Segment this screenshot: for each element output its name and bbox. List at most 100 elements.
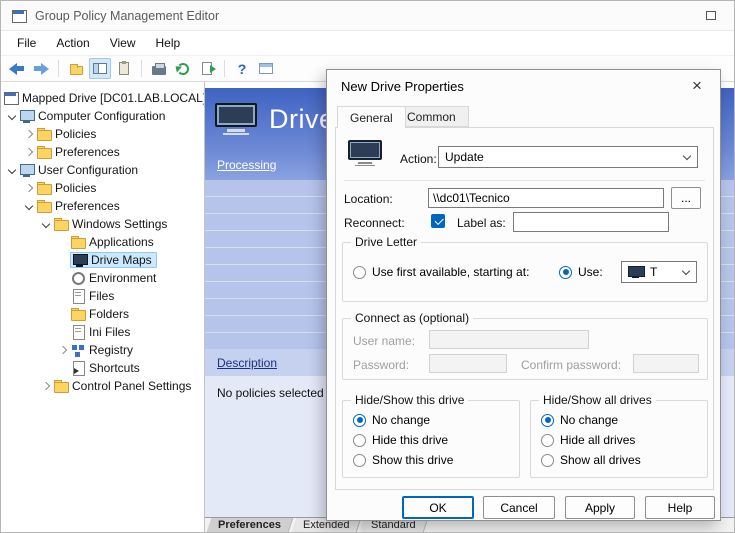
- chevron-right-icon[interactable]: [21, 181, 36, 195]
- general-tab-panel: Action: Update Location: ... Reconnect: …: [335, 127, 714, 490]
- folder-icon: [70, 307, 86, 321]
- chevron-right-icon[interactable]: [21, 145, 36, 159]
- chevron-down-icon: [683, 152, 691, 160]
- location-label: Location:: [344, 192, 393, 206]
- tree-item-control-panel-settings[interactable]: Control Panel Settings: [1, 377, 204, 395]
- menu-help[interactable]: Help: [146, 33, 191, 53]
- radio-icon: [353, 454, 366, 467]
- use-first-available-radio[interactable]: Use first available, starting at:: [353, 265, 529, 279]
- radio-selected-icon: [559, 266, 572, 279]
- location-input[interactable]: [428, 188, 664, 208]
- this-no-change-radio[interactable]: No change: [353, 413, 430, 427]
- console-tree-toggle[interactable]: [89, 58, 111, 79]
- drive-letter-select[interactable]: T: [621, 261, 697, 283]
- confirm-password-label: Confirm password:: [521, 358, 621, 372]
- action-value: Update: [445, 150, 484, 164]
- reconnect-checkbox[interactable]: [431, 214, 445, 228]
- maximize-button[interactable]: [698, 6, 724, 26]
- radio-icon: [353, 434, 366, 447]
- title-bar: Group Policy Management Editor: [1, 1, 734, 31]
- refresh-button[interactable]: [172, 58, 194, 79]
- tree-item-user-preferences[interactable]: Preferences: [1, 197, 204, 215]
- new-drive-properties-dialog: New Drive Properties × General Common Ac…: [326, 69, 721, 521]
- label-as-input[interactable]: [513, 212, 669, 232]
- close-icon[interactable]: ×: [686, 76, 708, 96]
- show-all-drives-radio[interactable]: Show all drives: [541, 453, 641, 467]
- menu-view[interactable]: View: [100, 33, 146, 53]
- up-one-level-button[interactable]: [65, 58, 87, 79]
- folder-icon: [36, 181, 52, 195]
- chevron-down-icon[interactable]: [4, 109, 19, 123]
- chevron-down-icon[interactable]: [38, 217, 53, 231]
- chevron-placeholder: [55, 289, 70, 303]
- tree-item-drive-maps[interactable]: Drive Maps: [1, 251, 204, 269]
- action-label: Action:: [400, 152, 437, 166]
- tree-item-computer-configuration[interactable]: Computer Configuration: [1, 107, 204, 125]
- tree-item-user-policies[interactable]: Policies: [1, 179, 204, 197]
- back-icon: [9, 63, 25, 75]
- tab-preferences[interactable]: Preferences: [207, 518, 294, 532]
- folder-icon: [70, 235, 86, 249]
- tree-item-applications[interactable]: Applications: [1, 233, 204, 251]
- hide-show-all-legend: Hide/Show all drives: [539, 393, 656, 407]
- chevron-right-icon[interactable]: [38, 379, 53, 393]
- print-button[interactable]: [148, 58, 170, 79]
- all-no-change-radio[interactable]: No change: [541, 413, 618, 427]
- selected-highlight: Drive Maps: [70, 252, 157, 268]
- clipboard-icon: [119, 62, 129, 75]
- user-name-label: User name:: [353, 334, 415, 348]
- hide-all-drives-radio[interactable]: Hide all drives: [541, 433, 635, 447]
- chevron-right-icon[interactable]: [21, 127, 36, 141]
- action-select[interactable]: Update: [438, 146, 698, 168]
- cancel-button[interactable]: Cancel: [483, 496, 555, 519]
- radio-icon: [541, 434, 554, 447]
- hide-this-drive-radio[interactable]: Hide this drive: [353, 433, 448, 447]
- tree-item-computer-policies[interactable]: Policies: [1, 125, 204, 143]
- chevron-down-icon: [682, 267, 690, 275]
- tree-item-windows-settings[interactable]: Windows Settings: [1, 215, 204, 233]
- menu-file[interactable]: File: [7, 33, 46, 53]
- description-link[interactable]: Description: [217, 356, 277, 370]
- tab-general[interactable]: General: [337, 106, 406, 128]
- chevron-down-icon[interactable]: [4, 163, 19, 177]
- forward-button[interactable]: [30, 58, 52, 79]
- export-list-button[interactable]: [196, 58, 218, 79]
- drive-letter-legend: Drive Letter: [351, 235, 421, 249]
- processing-link[interactable]: Processing: [217, 158, 276, 172]
- shortcut-icon: [70, 361, 86, 375]
- list-view-button[interactable]: [255, 58, 277, 79]
- tree-item-registry[interactable]: Registry: [1, 341, 204, 359]
- help-button[interactable]: Help: [645, 496, 715, 519]
- toolbar-separator: [58, 60, 59, 77]
- show-this-drive-radio[interactable]: Show this drive: [353, 453, 453, 467]
- apply-button[interactable]: Apply: [565, 496, 635, 519]
- folder-icon: [36, 127, 52, 141]
- tree-item-environment[interactable]: Environment: [1, 269, 204, 287]
- chevron-right-icon[interactable]: [55, 343, 70, 357]
- ok-button[interactable]: OK: [402, 496, 474, 519]
- tree-item-mapped-drive[interactable]: Mapped Drive [DC01.LAB.LOCAL]: [1, 89, 204, 107]
- help-button[interactable]: ?: [231, 58, 253, 79]
- menu-action[interactable]: Action: [46, 33, 99, 53]
- folder-icon: [53, 217, 69, 231]
- tree-item-folders[interactable]: Folders: [1, 305, 204, 323]
- tree-item-user-configuration[interactable]: User Configuration: [1, 161, 204, 179]
- connect-as-legend: Connect as (optional): [351, 311, 473, 325]
- window-title: Group Policy Management Editor: [35, 9, 698, 23]
- maximize-icon: [706, 11, 716, 20]
- dialog-title: New Drive Properties: [341, 79, 464, 94]
- console-tree-icon: [93, 63, 107, 74]
- back-button[interactable]: [6, 58, 28, 79]
- browse-button[interactable]: ...: [671, 187, 701, 209]
- chevron-placeholder: [55, 325, 70, 339]
- radio-selected-icon: [353, 414, 366, 427]
- tree-item-computer-preferences[interactable]: Preferences: [1, 143, 204, 161]
- chevron-down-icon[interactable]: [21, 199, 36, 213]
- tree-item-shortcuts[interactable]: Shortcuts: [1, 359, 204, 377]
- tree-item-ini-files[interactable]: Ini Files: [1, 323, 204, 341]
- properties-button[interactable]: [113, 58, 135, 79]
- drive-icon: [348, 140, 382, 166]
- use-radio[interactable]: Use:: [559, 265, 603, 279]
- tree-item-files[interactable]: Files: [1, 287, 204, 305]
- drive-letter-group: Drive Letter Use first available, starti…: [342, 242, 708, 302]
